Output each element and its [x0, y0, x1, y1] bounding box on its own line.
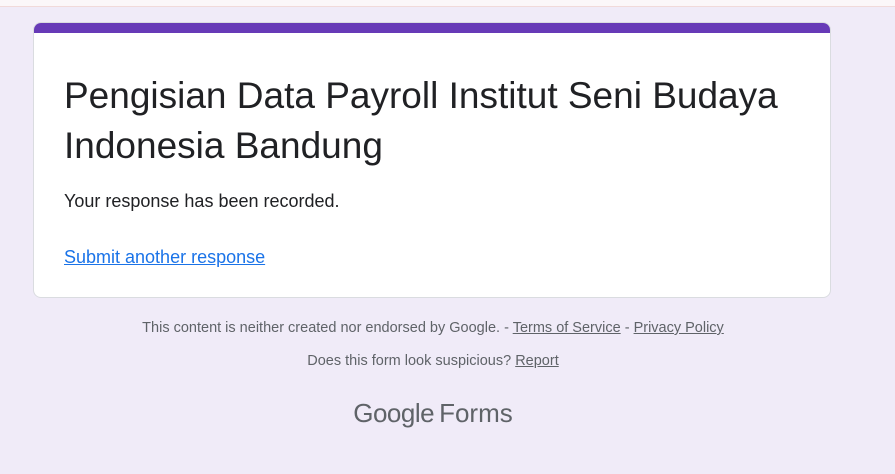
disclaimer-text: This content is neither created nor endo… — [142, 320, 501, 336]
terms-of-service-link[interactable]: Terms of Service — [513, 320, 621, 336]
google-wordmark: Google — [353, 398, 435, 428]
top-strip — [0, 0, 895, 7]
disclaimer-separator: - — [500, 320, 513, 336]
footer-disclaimer: This content is neither created nor endo… — [0, 318, 866, 338]
google-forms-logo[interactable]: Google Forms — [0, 395, 866, 431]
disclaimer-separator: - — [620, 320, 634, 336]
submit-another-response-link[interactable]: Submit another response — [64, 246, 265, 268]
card-accent-bar — [34, 23, 830, 33]
form-card: Pengisian Data Payroll Institut Seni Bud… — [33, 22, 831, 298]
form-title: Pengisian Data Payroll Institut Seni Bud… — [64, 75, 778, 166]
suspicious-text: Does this form look suspicious? — [307, 353, 512, 369]
suspicious-notice: Does this form look suspicious? Report — [0, 351, 866, 371]
confirmation-message: Your response has been recorded. — [64, 191, 340, 211]
forms-wordmark: Forms — [439, 398, 513, 428]
privacy-policy-link[interactable]: Privacy Policy — [634, 320, 724, 336]
report-link[interactable]: Report — [515, 353, 559, 369]
